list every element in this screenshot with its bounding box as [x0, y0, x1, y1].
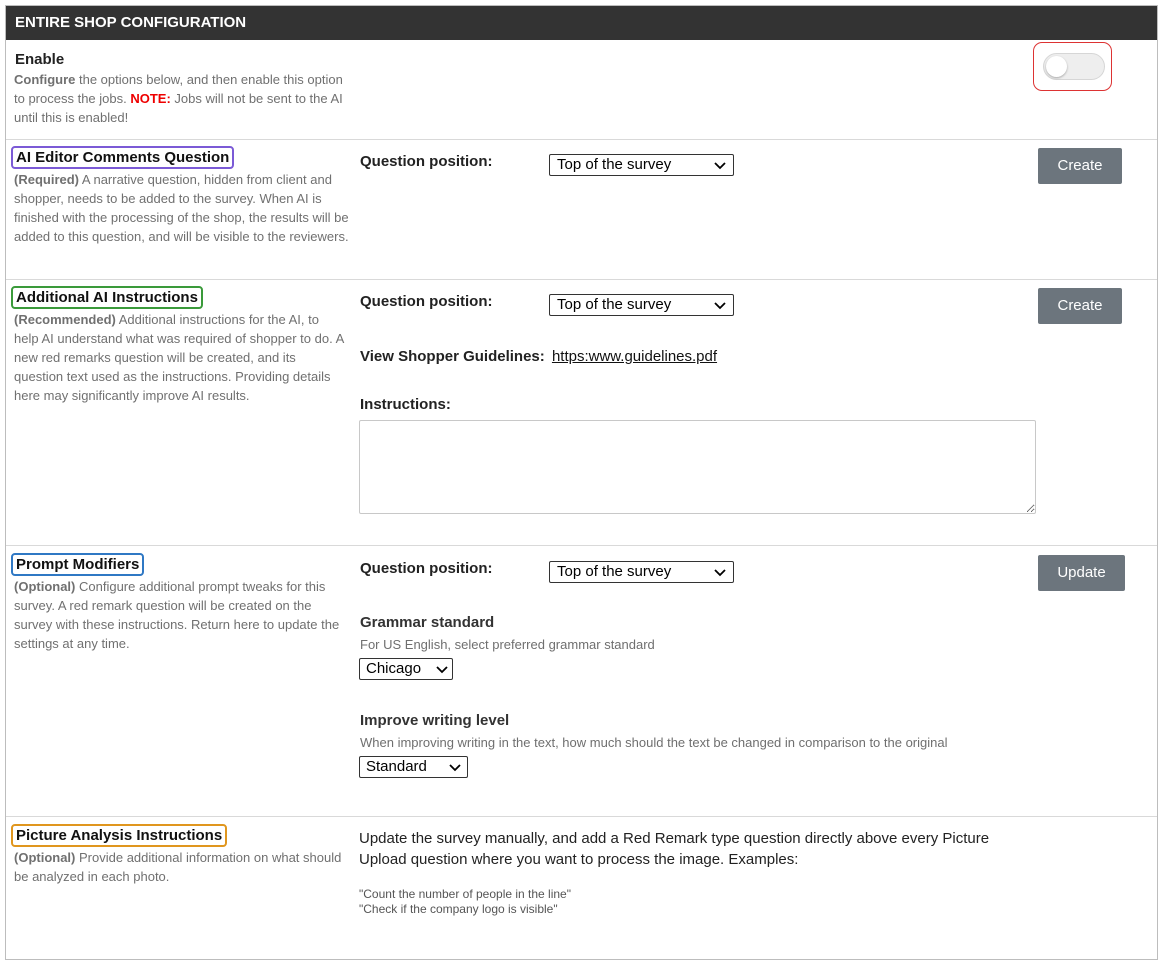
enable-description: Configure the options below, and then en…: [14, 70, 344, 127]
divider: [6, 139, 1157, 140]
additional-position-label: Question position:: [360, 293, 493, 310]
picture-analysis-description: (Optional) Provide additional informatio…: [14, 848, 344, 886]
prompt-position-value: Top of the survey: [557, 563, 672, 580]
additional-position-select[interactable]: Top of the survey: [549, 294, 734, 316]
divider: [6, 279, 1157, 280]
grammar-standard-value: Chicago: [366, 660, 422, 677]
instructions-textarea[interactable]: [359, 420, 1036, 514]
editor-comments-position-label: Question position:: [360, 153, 493, 170]
picture-example-1: "Count the number of people in the line": [359, 887, 571, 901]
picture-desc-lead: (Optional): [14, 850, 76, 865]
editor-comments-create-button[interactable]: Create: [1038, 148, 1122, 184]
prompt-position-label: Question position:: [360, 560, 493, 577]
additional-position-value: Top of the survey: [557, 296, 672, 313]
chevron-down-icon: [714, 302, 726, 310]
chevron-down-icon: [436, 666, 448, 674]
prompt-modifiers-title: Prompt Modifiers: [11, 553, 145, 576]
writing-level-title: Improve writing level: [360, 712, 510, 729]
prompt-desc-lead: (Optional): [14, 579, 76, 594]
additional-instructions-description: (Recommended) Additional instructions fo…: [14, 310, 344, 405]
prompt-modifiers-description: (Optional) Configure additional prompt t…: [14, 577, 349, 653]
editor-comments-position-value: Top of the survey: [557, 156, 672, 173]
writing-level-select[interactable]: Standard: [359, 756, 468, 778]
guidelines-label: View Shopper Guidelines: https:www.guide…: [360, 348, 717, 365]
additional-create-button[interactable]: Create: [1038, 288, 1122, 324]
chevron-down-icon: [714, 569, 726, 577]
editor-comments-title: AI Editor Comments Question: [11, 146, 235, 169]
grammar-standard-title: Grammar standard: [360, 614, 495, 631]
grammar-standard-hint: For US English, select preferred grammar…: [360, 637, 655, 652]
enable-title: Enable: [15, 51, 65, 68]
editor-comments-description: (Required) A narrative question, hidden …: [14, 170, 349, 246]
chevron-down-icon: [449, 764, 461, 772]
chevron-down-icon: [714, 162, 726, 170]
guidelines-link[interactable]: https:www.guidelines.pdf: [552, 348, 717, 365]
shop-config-panel: ENTIRE SHOP CONFIGURATION Enable Configu…: [5, 5, 1158, 960]
instructions-label: Instructions:: [360, 396, 451, 413]
picture-analysis-title: Picture Analysis Instructions: [11, 824, 228, 847]
guidelines-label-text: View Shopper Guidelines:: [360, 348, 545, 365]
writing-level-hint: When improving writing in the text, how …: [360, 735, 948, 750]
additional-instructions-title: Additional AI Instructions: [11, 286, 203, 309]
enable-toggle-highlight: [1033, 42, 1112, 91]
enable-desc-lead: Configure: [14, 72, 76, 87]
editor-comments-position-select[interactable]: Top of the survey: [549, 154, 734, 176]
additional-desc-lead: (Recommended): [14, 312, 116, 327]
writing-level-value: Standard: [366, 758, 427, 775]
panel-header: ENTIRE SHOP CONFIGURATION: [6, 6, 1157, 40]
divider: [6, 545, 1157, 546]
prompt-position-select[interactable]: Top of the survey: [549, 561, 734, 583]
enable-toggle[interactable]: [1043, 53, 1105, 80]
editor-comments-desc-lead: (Required): [14, 172, 79, 187]
picture-example-2: "Check if the company logo is visible": [359, 902, 558, 916]
enable-toggle-knob: [1046, 56, 1067, 77]
grammar-standard-select[interactable]: Chicago: [359, 658, 453, 680]
enable-note-label: NOTE:: [130, 91, 171, 106]
divider: [6, 816, 1157, 817]
picture-analysis-text: Update the survey manually, and add a Re…: [359, 830, 990, 868]
prompt-update-button[interactable]: Update: [1038, 555, 1125, 591]
